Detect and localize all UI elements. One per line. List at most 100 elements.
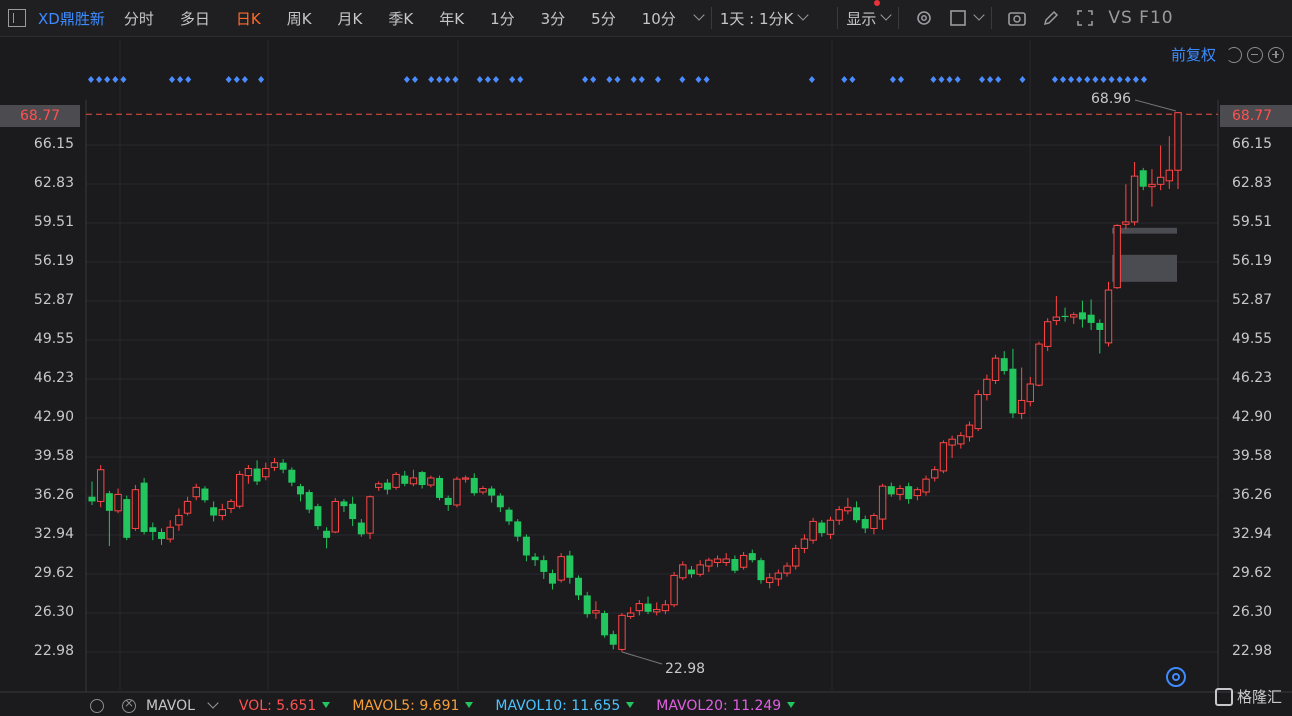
signal-marker bbox=[509, 76, 516, 83]
signal-marker bbox=[1076, 76, 1083, 83]
candle-body-up bbox=[826, 519, 835, 535]
candle-body-down bbox=[687, 569, 695, 575]
tab-period-1[interactable]: 多日 bbox=[167, 8, 223, 29]
signal-marker bbox=[1051, 76, 1058, 83]
chevron-down-icon[interactable] bbox=[797, 9, 809, 21]
vs-f10-button[interactable]: VS F10 bbox=[1108, 8, 1173, 28]
close-icon[interactable] bbox=[122, 696, 136, 713]
tab-period-5[interactable]: 季K bbox=[375, 8, 426, 29]
signal-marker bbox=[96, 76, 103, 83]
candle-body-up bbox=[1052, 316, 1061, 322]
candle-body-up bbox=[705, 559, 713, 567]
pencil-icon[interactable] bbox=[1040, 7, 1062, 29]
price-axis-label: 59.51 bbox=[1232, 213, 1273, 230]
candle-body-down bbox=[383, 482, 391, 490]
candle-body-up bbox=[635, 603, 644, 612]
candle-body-down bbox=[253, 468, 261, 482]
candle-body-down bbox=[531, 556, 539, 561]
candle-body-up bbox=[670, 574, 678, 606]
candle-body-down bbox=[583, 595, 591, 615]
low-price-label: 22.98 bbox=[665, 661, 705, 677]
menu-icon[interactable] bbox=[8, 9, 26, 27]
candle-body-up bbox=[453, 478, 461, 506]
candle-body-down bbox=[158, 531, 166, 540]
tab-period-8[interactable]: 3分 bbox=[528, 8, 579, 29]
indicator-name[interactable]: MAVOL bbox=[146, 698, 195, 714]
candle-body-up bbox=[991, 357, 1000, 381]
undo-icon[interactable] bbox=[1226, 46, 1242, 63]
price-axis-label: 46.23 bbox=[33, 369, 74, 386]
signal-marker bbox=[428, 76, 435, 83]
price-axis-label: 29.62 bbox=[1232, 565, 1273, 582]
tab-period-2[interactable]: 日K bbox=[223, 8, 274, 29]
candle-body-down bbox=[149, 527, 157, 532]
candle-body-up bbox=[696, 564, 704, 575]
settings-icon[interactable] bbox=[90, 699, 104, 713]
candle-body-up bbox=[1156, 176, 1165, 185]
gear-icon[interactable] bbox=[913, 7, 935, 29]
candle-body-down bbox=[853, 507, 861, 521]
gap-zone bbox=[1112, 254, 1177, 282]
candle-body-down bbox=[201, 488, 209, 501]
tab-period-10[interactable]: 10分 bbox=[629, 8, 689, 29]
day-select[interactable]: 1天 : 1分K bbox=[720, 8, 794, 29]
signal-marker bbox=[582, 76, 589, 83]
zoom-out-icon[interactable] bbox=[1247, 46, 1263, 63]
candle-body-up bbox=[1113, 224, 1121, 289]
indicator-bar: MAVOL VOL: 5.651 MAVOL5: 9.691 MAVOL10: … bbox=[0, 696, 1292, 716]
chevron-down-icon[interactable] bbox=[880, 9, 893, 21]
candle-body-down bbox=[505, 509, 513, 522]
signal-marker bbox=[1019, 76, 1026, 83]
tab-period-7[interactable]: 1分 bbox=[477, 8, 528, 29]
candle-body-up bbox=[409, 477, 418, 485]
candle-body-up bbox=[175, 515, 183, 526]
price-axis-label: 42.90 bbox=[1232, 409, 1273, 426]
display-menu[interactable]: 显示 bbox=[846, 8, 876, 29]
zoom-in-icon[interactable] bbox=[1268, 46, 1284, 63]
signal-marker bbox=[655, 76, 661, 83]
candle-body-down bbox=[748, 553, 756, 561]
candle-body-up bbox=[931, 469, 939, 479]
chevron-down-icon[interactable] bbox=[207, 697, 219, 709]
candle-body-up bbox=[835, 509, 843, 521]
divider bbox=[837, 7, 839, 29]
chevron-down-icon[interactable] bbox=[693, 9, 705, 21]
signal-marker bbox=[630, 76, 637, 83]
tab-period-9[interactable]: 5分 bbox=[578, 8, 629, 29]
kline-chart[interactable]: 68.96 22.98 bbox=[0, 0, 1292, 716]
signal-marker bbox=[1141, 76, 1147, 83]
fullscreen-icon[interactable] bbox=[1074, 7, 1096, 29]
signal-marker bbox=[1068, 76, 1075, 83]
candle-body-up bbox=[227, 500, 235, 509]
price-axis-label: 66.15 bbox=[33, 135, 74, 152]
tab-period-3[interactable]: 周K bbox=[274, 8, 325, 29]
high-price-label: 68.96 bbox=[1091, 91, 1131, 107]
candle-body-down bbox=[123, 499, 131, 538]
camera-icon[interactable] bbox=[1006, 7, 1028, 29]
candle-body-down bbox=[288, 469, 296, 483]
square-icon[interactable] bbox=[947, 7, 969, 29]
candle-body-up bbox=[800, 538, 809, 549]
stock-name[interactable]: XD鼎胜新 bbox=[38, 8, 105, 29]
mavol5-value: MAVOL5: 9.691 bbox=[352, 698, 460, 714]
candle-body-down bbox=[418, 472, 426, 485]
signal-marker bbox=[88, 76, 94, 83]
adjust-mode-button[interactable]: 前复权 bbox=[1171, 44, 1216, 65]
brand-name: 格隆汇 bbox=[1236, 688, 1282, 706]
tab-period-4[interactable]: 月K bbox=[325, 8, 376, 29]
candle-body-down bbox=[1087, 314, 1095, 323]
chevron-down-icon[interactable] bbox=[973, 9, 986, 21]
candle-body-up bbox=[592, 610, 600, 614]
signal-marker bbox=[1124, 76, 1131, 83]
candle-body-up bbox=[131, 489, 140, 529]
candle-body-up bbox=[739, 554, 748, 568]
candle-body-down bbox=[401, 475, 409, 484]
candle-body-up bbox=[922, 478, 930, 493]
tab-period-0[interactable]: 分时 bbox=[111, 8, 167, 29]
search-zoom-icon[interactable] bbox=[1166, 667, 1186, 687]
candle-body-down bbox=[861, 519, 869, 529]
tab-period-6[interactable]: 年K bbox=[426, 8, 477, 29]
brand-watermark: 格隆汇 bbox=[1214, 686, 1282, 707]
candle-body-up bbox=[913, 489, 922, 497]
signal-marker bbox=[808, 76, 815, 83]
